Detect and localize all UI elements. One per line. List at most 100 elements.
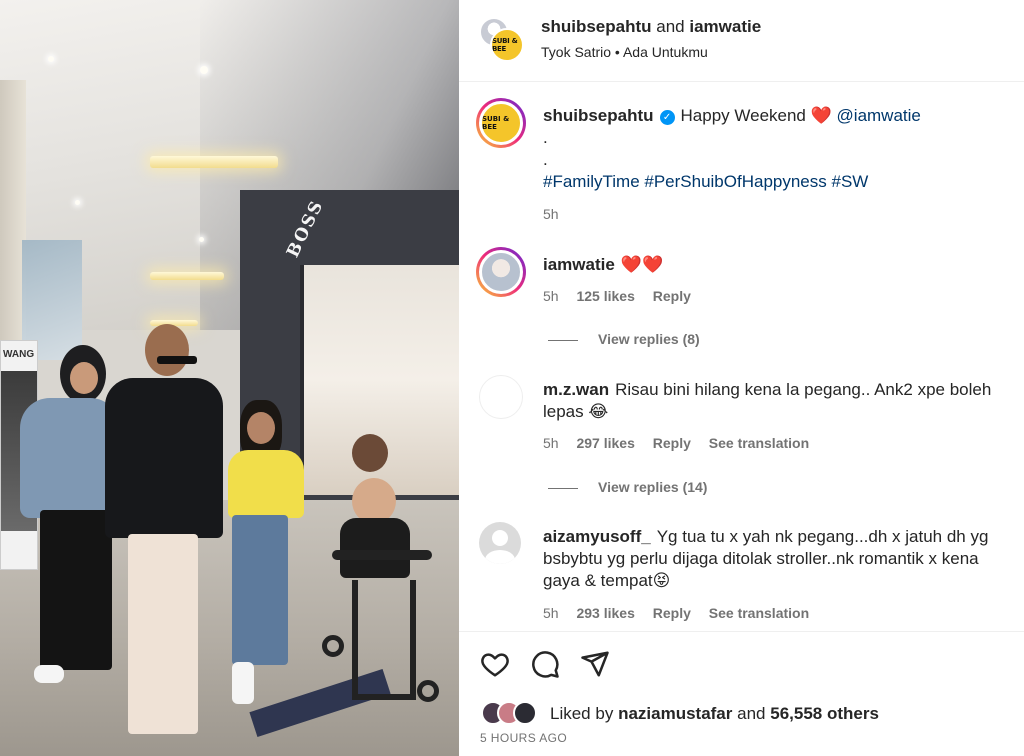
ceiling-spotlight	[48, 56, 54, 62]
view-replies-label: View replies (14)	[598, 479, 708, 495]
comment-username[interactable]: m.z.wan	[543, 380, 609, 399]
comment-avatar[interactable]	[479, 375, 523, 419]
username-link[interactable]: shuibsepahtu	[541, 17, 652, 36]
heart-icon[interactable]	[480, 649, 510, 679]
post-header: SUBI & BEE shuibsepahtu and iamwatie Tyo…	[459, 0, 1024, 81]
avatar-image: SUBI & BEE	[479, 101, 523, 145]
liker-avatars[interactable]	[481, 701, 541, 727]
comment-meta: 5h 125 likes Reply	[543, 288, 705, 304]
stroller-wheel	[322, 635, 344, 657]
likes-count[interactable]: 56,558 others	[770, 704, 879, 723]
comment-time: 5h	[543, 435, 559, 451]
collab-avatars[interactable]: SUBI & BEE	[479, 17, 525, 63]
replies-line	[548, 487, 578, 489]
child-in-stroller	[322, 430, 442, 720]
actions-divider	[459, 631, 1024, 632]
comment-likes[interactable]: 297 likes	[576, 435, 634, 451]
mention-link[interactable]: @iamwatie	[837, 106, 921, 125]
view-replies-label: View replies (8)	[598, 331, 700, 347]
avatar-head	[492, 530, 508, 546]
comment-likes[interactable]: 293 likes	[576, 605, 634, 621]
song-name[interactable]: Ada Untukmu	[623, 44, 708, 60]
post-media-image[interactable]: BOSS WANG	[0, 0, 459, 756]
black-tshirt	[105, 378, 223, 538]
ceiling-spotlight	[200, 66, 208, 74]
reply-button[interactable]: Reply	[653, 605, 691, 621]
heart-emoji: ❤️	[810, 106, 832, 125]
child-face	[352, 434, 388, 472]
replies-line	[548, 339, 578, 341]
caption-dot: .	[543, 150, 548, 169]
face	[247, 412, 275, 444]
caption-avatar[interactable]: SUBI & BEE	[476, 98, 526, 148]
caption-text: shuibsepahtu ✓ Happy Weekend ❤️ @iamwatie …	[543, 105, 1013, 193]
ceiling-spotlight	[75, 200, 80, 205]
view-replies-button[interactable]: View replies (8)	[548, 331, 700, 347]
comment-text: aizamyusoff_ Yg tua tu x yah nk pegang...…	[543, 526, 1013, 592]
avatar-shoulders	[485, 550, 515, 564]
caption-username[interactable]: shuibsepahtu	[543, 106, 654, 125]
see-translation-button[interactable]: See translation	[709, 435, 809, 451]
jeans	[232, 515, 288, 665]
see-translation-button[interactable]: See translation	[709, 605, 809, 621]
liker-avatar[interactable]	[513, 701, 537, 725]
share-icon[interactable]	[580, 649, 610, 679]
verified-badge-icon: ✓	[659, 110, 675, 125]
yellow-top	[228, 450, 304, 518]
post-timestamp[interactable]: 5 HOURS AGO	[480, 731, 567, 745]
person-girl	[220, 400, 320, 710]
caption-body: Happy Weekend	[680, 106, 806, 125]
comment-likes[interactable]: 125 likes	[576, 288, 634, 304]
comment-meta: 5h 297 likes Reply See translation	[543, 435, 823, 451]
caption-meta: 5h	[543, 206, 573, 222]
comment-text: iamwatie ❤️❤️	[543, 254, 1013, 276]
avatar-shuibsepahtu[interactable]: SUBI & BEE	[490, 28, 524, 62]
comment-username[interactable]: iamwatie	[543, 255, 615, 274]
liked-by-prefix: Liked by	[550, 704, 614, 723]
cream-trousers	[128, 534, 198, 734]
default-avatar-icon[interactable]	[479, 522, 521, 564]
reply-button[interactable]: Reply	[653, 435, 691, 451]
liked-by-text[interactable]: Liked by naziamustafar and 56,558 others	[550, 704, 879, 724]
stroller-handle	[332, 550, 432, 560]
audio-info[interactable]: Tyok Satrio • Ada Untukmu	[541, 44, 708, 60]
collab-names: shuibsepahtu and iamwatie	[541, 17, 761, 37]
comment-body: Risau bini hilang kena la pegang.. Ank2 …	[543, 380, 992, 421]
comments-section[interactable]: SUBI & BEE shuibsepahtu ✓ Happy Weekend ❤️…	[459, 82, 1024, 630]
liker-username[interactable]: naziamustafar	[618, 704, 732, 723]
shoe	[232, 662, 254, 704]
username-link[interactable]: iamwatie	[689, 17, 761, 36]
hashtags[interactable]: #FamilyTime #PerShuibOfHappyness #SW	[543, 171, 1013, 193]
caption-time: 5h	[543, 206, 559, 222]
comment-meta: 5h 293 likes Reply See translation	[543, 605, 823, 621]
stroller-frame	[352, 580, 416, 700]
avatar-badge-text: SUBI & BEE	[482, 115, 510, 131]
ceiling-light	[150, 272, 224, 280]
person-man	[100, 320, 225, 756]
avatar-image	[479, 250, 523, 294]
view-replies-button[interactable]: View replies (14)	[548, 479, 707, 495]
separator-dot: •	[614, 44, 620, 60]
post-panel: SUBI & BEE shuibsepahtu and iamwatie Tyo…	[459, 0, 1024, 756]
face	[70, 362, 98, 394]
sunglasses	[157, 356, 197, 364]
ceiling-light	[150, 156, 278, 168]
face	[145, 324, 189, 376]
comment-time: 5h	[543, 288, 559, 304]
comment-text: m.z.wan Risau bini hilang kena la pegang.…	[543, 379, 1013, 423]
reply-button[interactable]: Reply	[653, 288, 691, 304]
comment-body: ❤️❤️	[620, 255, 664, 274]
caption-dot: .	[543, 128, 548, 147]
liked-by-connector: and	[737, 704, 766, 723]
shoe	[34, 665, 64, 683]
comment-username[interactable]: aizamyusoff_	[543, 527, 651, 546]
comment-icon[interactable]	[530, 649, 560, 679]
connector-text: and	[656, 17, 685, 36]
avatar-badge-text: SUBI & BEE	[492, 37, 518, 53]
artist-name[interactable]: Tyok Satrio	[541, 44, 611, 60]
comment-time: 5h	[543, 605, 559, 621]
toddler-shirt	[340, 518, 410, 578]
stroller-wheel	[417, 680, 439, 702]
ceiling-spotlight	[199, 237, 204, 242]
comment-avatar[interactable]	[476, 247, 526, 297]
